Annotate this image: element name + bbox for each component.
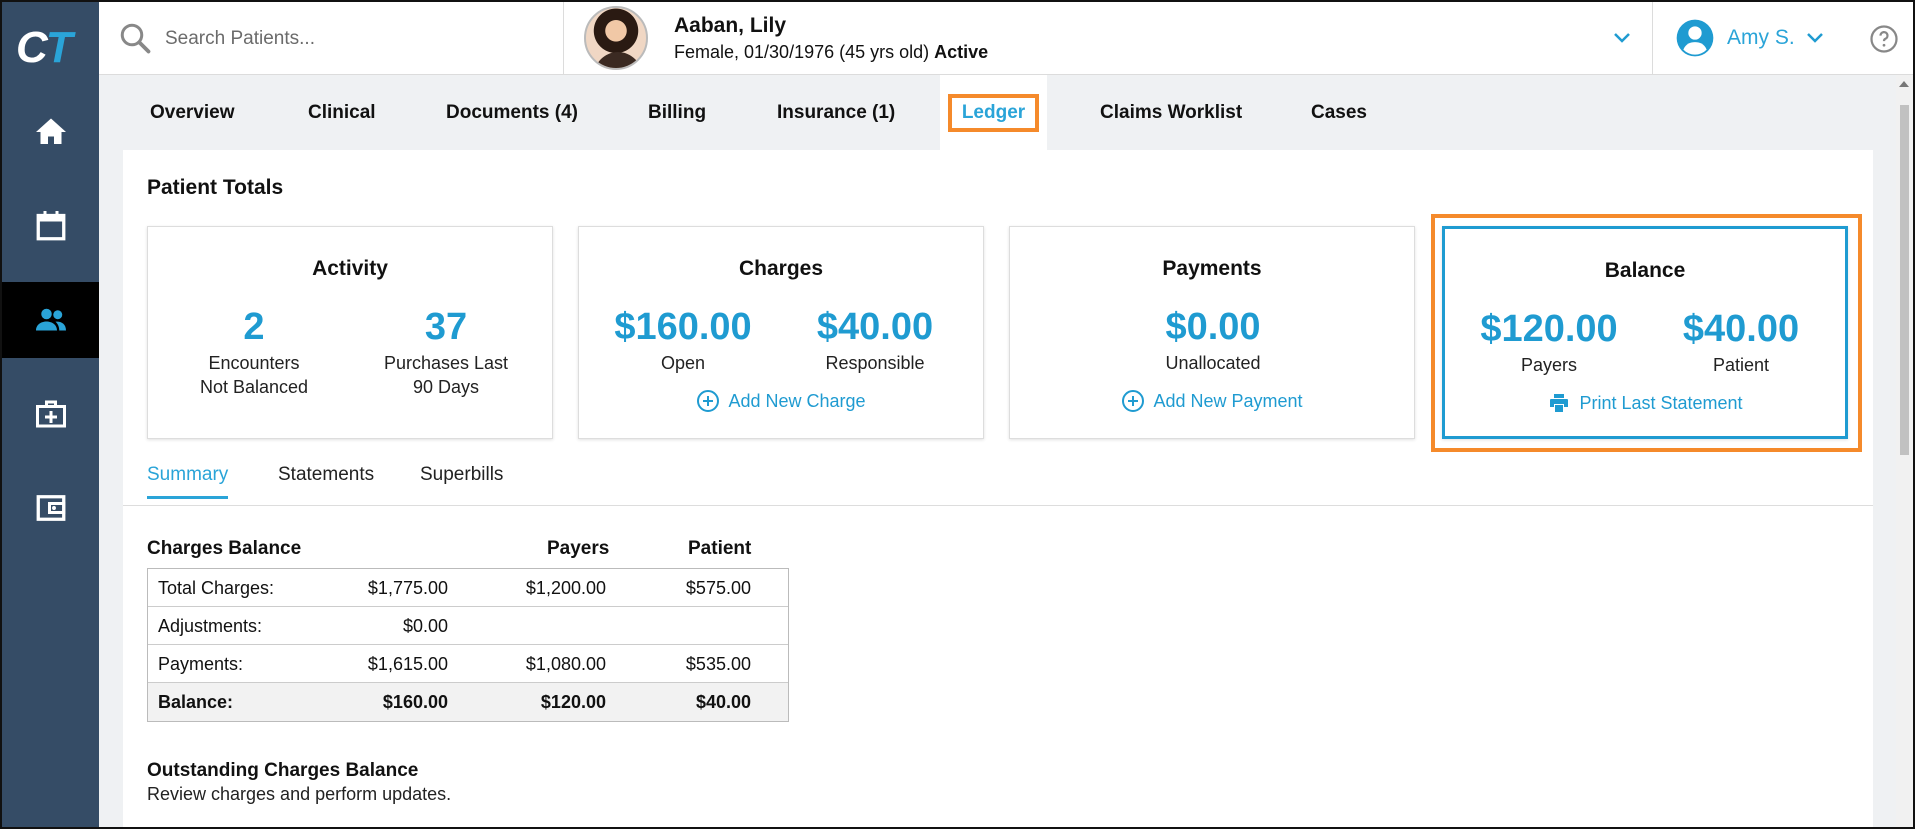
tab-overview[interactable]: Overview (150, 75, 235, 150)
calendar-icon (36, 211, 65, 241)
patient-info: Female, 01/30/1976 (45 yrs old) Active (674, 42, 988, 63)
charges-balance-header: Charges Balance Payers Patient (147, 538, 787, 562)
responsible-charges-metric: $40.00 Responsible (816, 306, 934, 373)
home-icon (35, 118, 66, 144)
patient-balance-metric: $40.00 Patient (1682, 308, 1800, 375)
sidebar-item-home[interactable] (2, 94, 99, 170)
sidebar: CT (2, 2, 99, 827)
patient-totals-title: Patient Totals (147, 176, 284, 199)
chevron-down-icon[interactable] (1803, 26, 1827, 50)
print-last-statement-link[interactable]: Print Last Statement (1445, 391, 1845, 415)
app-window: CT Aaban, Lily Female, 01/30/1976 (45 yr… (0, 0, 1915, 829)
scrollbar-thumb[interactable] (1900, 105, 1909, 455)
user-menu: Amy S. (1653, 2, 1913, 75)
subtab-statements[interactable]: Statements (278, 464, 374, 496)
encounters-metric: 2 Encounters Not Balanced (199, 306, 309, 397)
payers-column-header: Payers (547, 538, 610, 559)
payments-title: Payments (1162, 257, 1262, 280)
tab-ledger[interactable]: Ledger (940, 75, 1047, 150)
activity-card: Activity 2 Encounters Not Balanced 37 Pu… (147, 226, 553, 439)
add-new-payment-link[interactable]: Add New Payment (1010, 389, 1414, 413)
search-input[interactable] (165, 24, 545, 54)
wallet-icon (36, 495, 65, 521)
charges-title: Charges (738, 257, 824, 280)
patient-tabs: Overview Clinical Documents (4) Billing … (99, 75, 1900, 150)
sidebar-item-medical[interactable] (2, 376, 99, 452)
user-avatar-icon[interactable] (1675, 18, 1715, 58)
activity-title: Activity (312, 257, 388, 280)
printer-icon (1550, 394, 1569, 412)
patient-header: Aaban, Lily Female, 01/30/1976 (45 yrs o… (564, 2, 1653, 75)
add-new-charge-link[interactable]: Add New Charge (579, 389, 983, 413)
plus-circle-icon (697, 390, 720, 412)
table-row: Balance: $160.00 $120.00 $40.00 (148, 683, 788, 721)
tab-billing[interactable]: Billing (648, 75, 706, 150)
subtab-summary[interactable]: Summary (147, 464, 229, 499)
sidebar-item-calendar[interactable] (2, 188, 99, 264)
plus-circle-icon (1122, 390, 1145, 412)
charges-balance-table: Total Charges: $1,775.00 $1,200.00 $575.… (147, 568, 789, 722)
medical-kit-icon (35, 400, 66, 428)
tab-cases[interactable]: Cases (1311, 75, 1367, 150)
help-icon[interactable] (1869, 24, 1899, 54)
outstanding-charges-subtitle: Review charges and perform updates. (147, 784, 452, 804)
payers-balance-metric: $120.00 Payers (1480, 308, 1618, 375)
ledger-panel: Patient Totals Activity 2 Encounters Not… (123, 150, 1873, 827)
tab-claims-worklist[interactable]: Claims Worklist (1100, 75, 1242, 150)
balance-title: Balance (1604, 259, 1686, 282)
subtab-superbills[interactable]: Superbills (420, 464, 503, 496)
tab-documents[interactable]: Documents (4) (446, 75, 578, 150)
table-row: Payments: $1,615.00 $1,080.00 $535.00 (148, 645, 788, 683)
top-bar: Aaban, Lily Female, 01/30/1976 (45 yrs o… (99, 2, 1913, 75)
main-content: Overview Clinical Documents (4) Billing … (99, 75, 1900, 827)
purchases-metric: 37 Purchases Last 90 Days (383, 306, 509, 397)
sidebar-item-patients[interactable] (2, 282, 99, 358)
tab-clinical[interactable]: Clinical (308, 75, 376, 150)
sidebar-item-wallet[interactable] (2, 470, 99, 546)
balance-card: Balance $120.00 Payers $40.00 Patient Pr… (1442, 226, 1848, 439)
patient-avatar (584, 6, 648, 70)
scroll-up-arrow[interactable] (1899, 81, 1909, 87)
patient-name: Aaban, Lily (674, 14, 787, 37)
charges-balance-title: Charges Balance (147, 538, 302, 559)
patient-column-header: Patient (688, 538, 752, 559)
payments-card: Payments $0.00 Unallocated Add New Payme… (1009, 226, 1415, 439)
search-icon (120, 23, 151, 54)
charges-card: Charges $160.00 Open $40.00 Responsible … (578, 226, 984, 439)
open-charges-metric: $160.00 Open (614, 306, 752, 373)
patient-search (99, 2, 564, 75)
table-row: Adjustments: $0.00 (148, 607, 788, 645)
table-row: Total Charges: $1,775.00 $1,200.00 $575.… (148, 569, 788, 607)
patient-demographics: Female, 01/30/1976 (45 yrs old) (674, 42, 930, 62)
tab-insurance[interactable]: Insurance (1) (777, 75, 895, 150)
outstanding-charges-title: Outstanding Charges Balance (147, 760, 419, 781)
ledger-subtabs: Summary Statements Superbills (123, 450, 1873, 506)
app-logo[interactable]: CT (16, 26, 82, 70)
patient-status: Active (934, 42, 989, 62)
vertical-scrollbar[interactable] (1896, 75, 1913, 827)
patients-icon (35, 308, 66, 331)
unallocated-metric: $0.00 Unallocated (1165, 306, 1261, 373)
chevron-down-icon[interactable] (1610, 26, 1634, 50)
user-name[interactable]: Amy S. (1727, 26, 1795, 50)
